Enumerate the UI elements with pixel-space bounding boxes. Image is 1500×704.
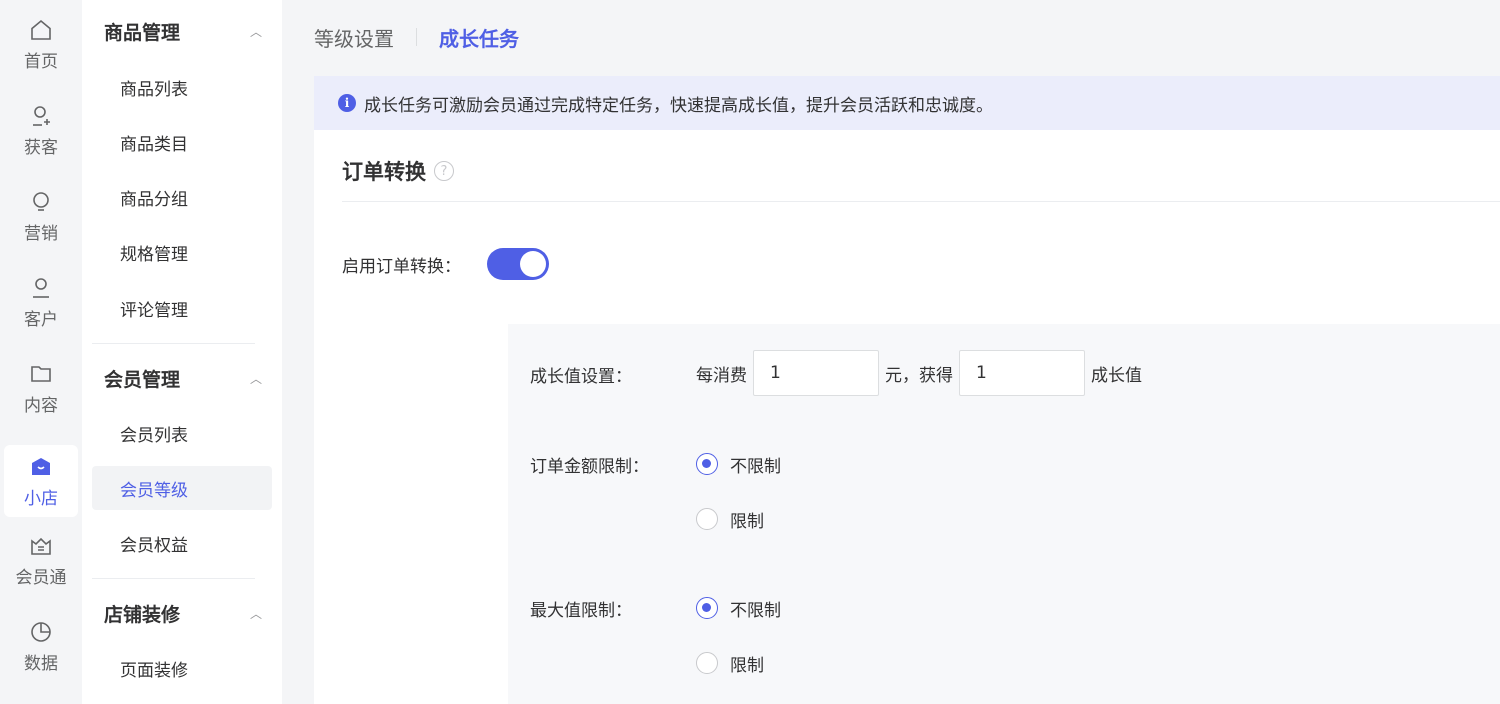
rail-item-acquire[interactable]: 获客 [4,94,78,166]
growth-suffix-text: 成长值 [1091,365,1142,386]
order-limit-unlimited-radio[interactable]: 不限制 [696,452,781,477]
menu-item-product-group[interactable]: 商品分组 [92,175,272,219]
enable-order-conversion-row: 启用订单转换： [342,248,549,280]
shop-icon [28,454,54,480]
tab-level-settings[interactable]: 等级设置 [314,23,394,52]
menu-item-spec-management[interactable]: 规格管理 [92,230,272,274]
chevron-up-icon: ︿ [249,606,262,621]
rail-label: 营销 [24,223,58,244]
growth-prefix-text: 每消费 [696,365,747,386]
rail-label: 客户 [24,309,58,330]
rail-item-marketing[interactable]: 营销 [4,180,78,252]
crown-icon [28,533,54,559]
menu-item-member-benefits[interactable]: 会员权益 [92,521,272,565]
menu-item-page-decoration[interactable]: 页面装修 [92,646,272,690]
rail-item-membership[interactable]: 会员通 [4,524,78,596]
tab-bar: 等级设置 成长任务 [314,22,519,52]
tab-divider [416,28,417,46]
order-limit-label: 订单金额限制： [530,457,649,477]
radio-checked-icon [696,597,718,619]
menu-item-product-list[interactable]: 商品列表 [92,65,272,109]
folder-icon [28,361,54,387]
section-title-text: 订单转换 [342,160,426,184]
menu-group-title: 商品管理 [104,21,181,44]
rail-label: 内容 [24,395,58,416]
section-divider [342,201,1500,202]
max-limit-label: 最大值限制： [530,601,632,621]
info-notice: i 成长任务可激励会员通过完成特定任务，快速提高成长值，提升会员活跃和忠诚度。 [314,76,1500,130]
growth-setting-label: 成长值设置： [530,367,632,387]
menu-group-title: 店铺装修 [104,603,181,626]
growth-setting-row: 每消费 元，获得 成长值 [696,350,1142,396]
menu-item-review-management[interactable]: 评论管理 [92,286,272,330]
radio-unchecked-icon [696,652,718,674]
primary-nav-rail: 首页 获客 营销 客户 内容 小店 会员通 数据 [0,0,82,704]
enable-label: 启用订单转换： [342,256,461,277]
radio-label: 不限制 [730,600,781,621]
menu-divider [92,343,255,344]
enable-order-conversion-toggle[interactable] [487,248,549,280]
rail-item-content[interactable]: 内容 [4,352,78,424]
rail-label: 会员通 [15,567,67,588]
toggle-knob [520,251,546,277]
growth-points-input[interactable] [959,350,1085,396]
help-icon[interactable]: ? [434,161,454,181]
secondary-menu: 商品管理 ︿ 商品列表 商品类目 商品分组 规格管理 评论管理 会员管理 ︿ 会… [82,0,282,704]
menu-divider [92,578,255,579]
main-content: 等级设置 成长任务 i 成长任务可激励会员通过完成特定任务，快速提高成长值，提升… [282,0,1500,704]
menu-group-member[interactable]: 会员管理 ︿ [104,363,264,393]
rail-label: 小店 [24,488,58,509]
pie-chart-icon [28,619,54,645]
section-title: 订单转换 ? [342,156,454,186]
tab-growth-tasks[interactable]: 成长任务 [439,23,519,52]
growth-middle-text: 元，获得 [885,365,953,386]
radio-unchecked-icon [696,508,718,530]
content-card: i 成长任务可激励会员通过完成特定任务，快速提高成长值，提升会员活跃和忠诚度。 … [314,76,1500,704]
radio-label: 不限制 [730,456,781,477]
radio-checked-icon [696,453,718,475]
menu-group-product[interactable]: 商品管理 ︿ [104,16,264,46]
bulb-icon [28,189,54,215]
rail-item-shop[interactable]: 小店 [4,445,78,517]
user-add-icon [28,103,54,129]
rail-item-home[interactable]: 首页 [4,8,78,80]
order-limit-limited-radio[interactable]: 限制 [696,507,764,532]
menu-group-store-decoration[interactable]: 店铺装修 ︿ [104,598,264,628]
rail-label: 数据 [24,653,58,674]
rail-label: 首页 [24,51,58,72]
spend-amount-input[interactable] [753,350,879,396]
max-limit-limited-radio[interactable]: 限制 [696,651,764,676]
rail-item-data[interactable]: 数据 [4,610,78,682]
radio-label: 限制 [730,655,764,676]
menu-item-member-level[interactable]: 会员等级 [92,466,272,510]
max-limit-unlimited-radio[interactable]: 不限制 [696,596,781,621]
menu-group-title: 会员管理 [104,368,181,391]
notice-text: 成长任务可激励会员通过完成特定任务，快速提高成长值，提升会员活跃和忠诚度。 [364,95,993,116]
rail-label: 获客 [24,137,58,158]
menu-item-member-list[interactable]: 会员列表 [92,411,272,455]
radio-label: 限制 [730,511,764,532]
chevron-up-icon: ︿ [249,371,262,386]
conversion-settings-panel: 成长值设置： 每消费 元，获得 成长值 订单金额限制： 不限制 限制 最大值限制… [508,324,1500,704]
user-icon [28,275,54,301]
chevron-up-icon: ︿ [249,24,262,39]
rail-item-customer[interactable]: 客户 [4,266,78,338]
info-icon: i [338,94,356,112]
home-icon [28,17,54,43]
menu-item-product-category[interactable]: 商品类目 [92,120,272,164]
